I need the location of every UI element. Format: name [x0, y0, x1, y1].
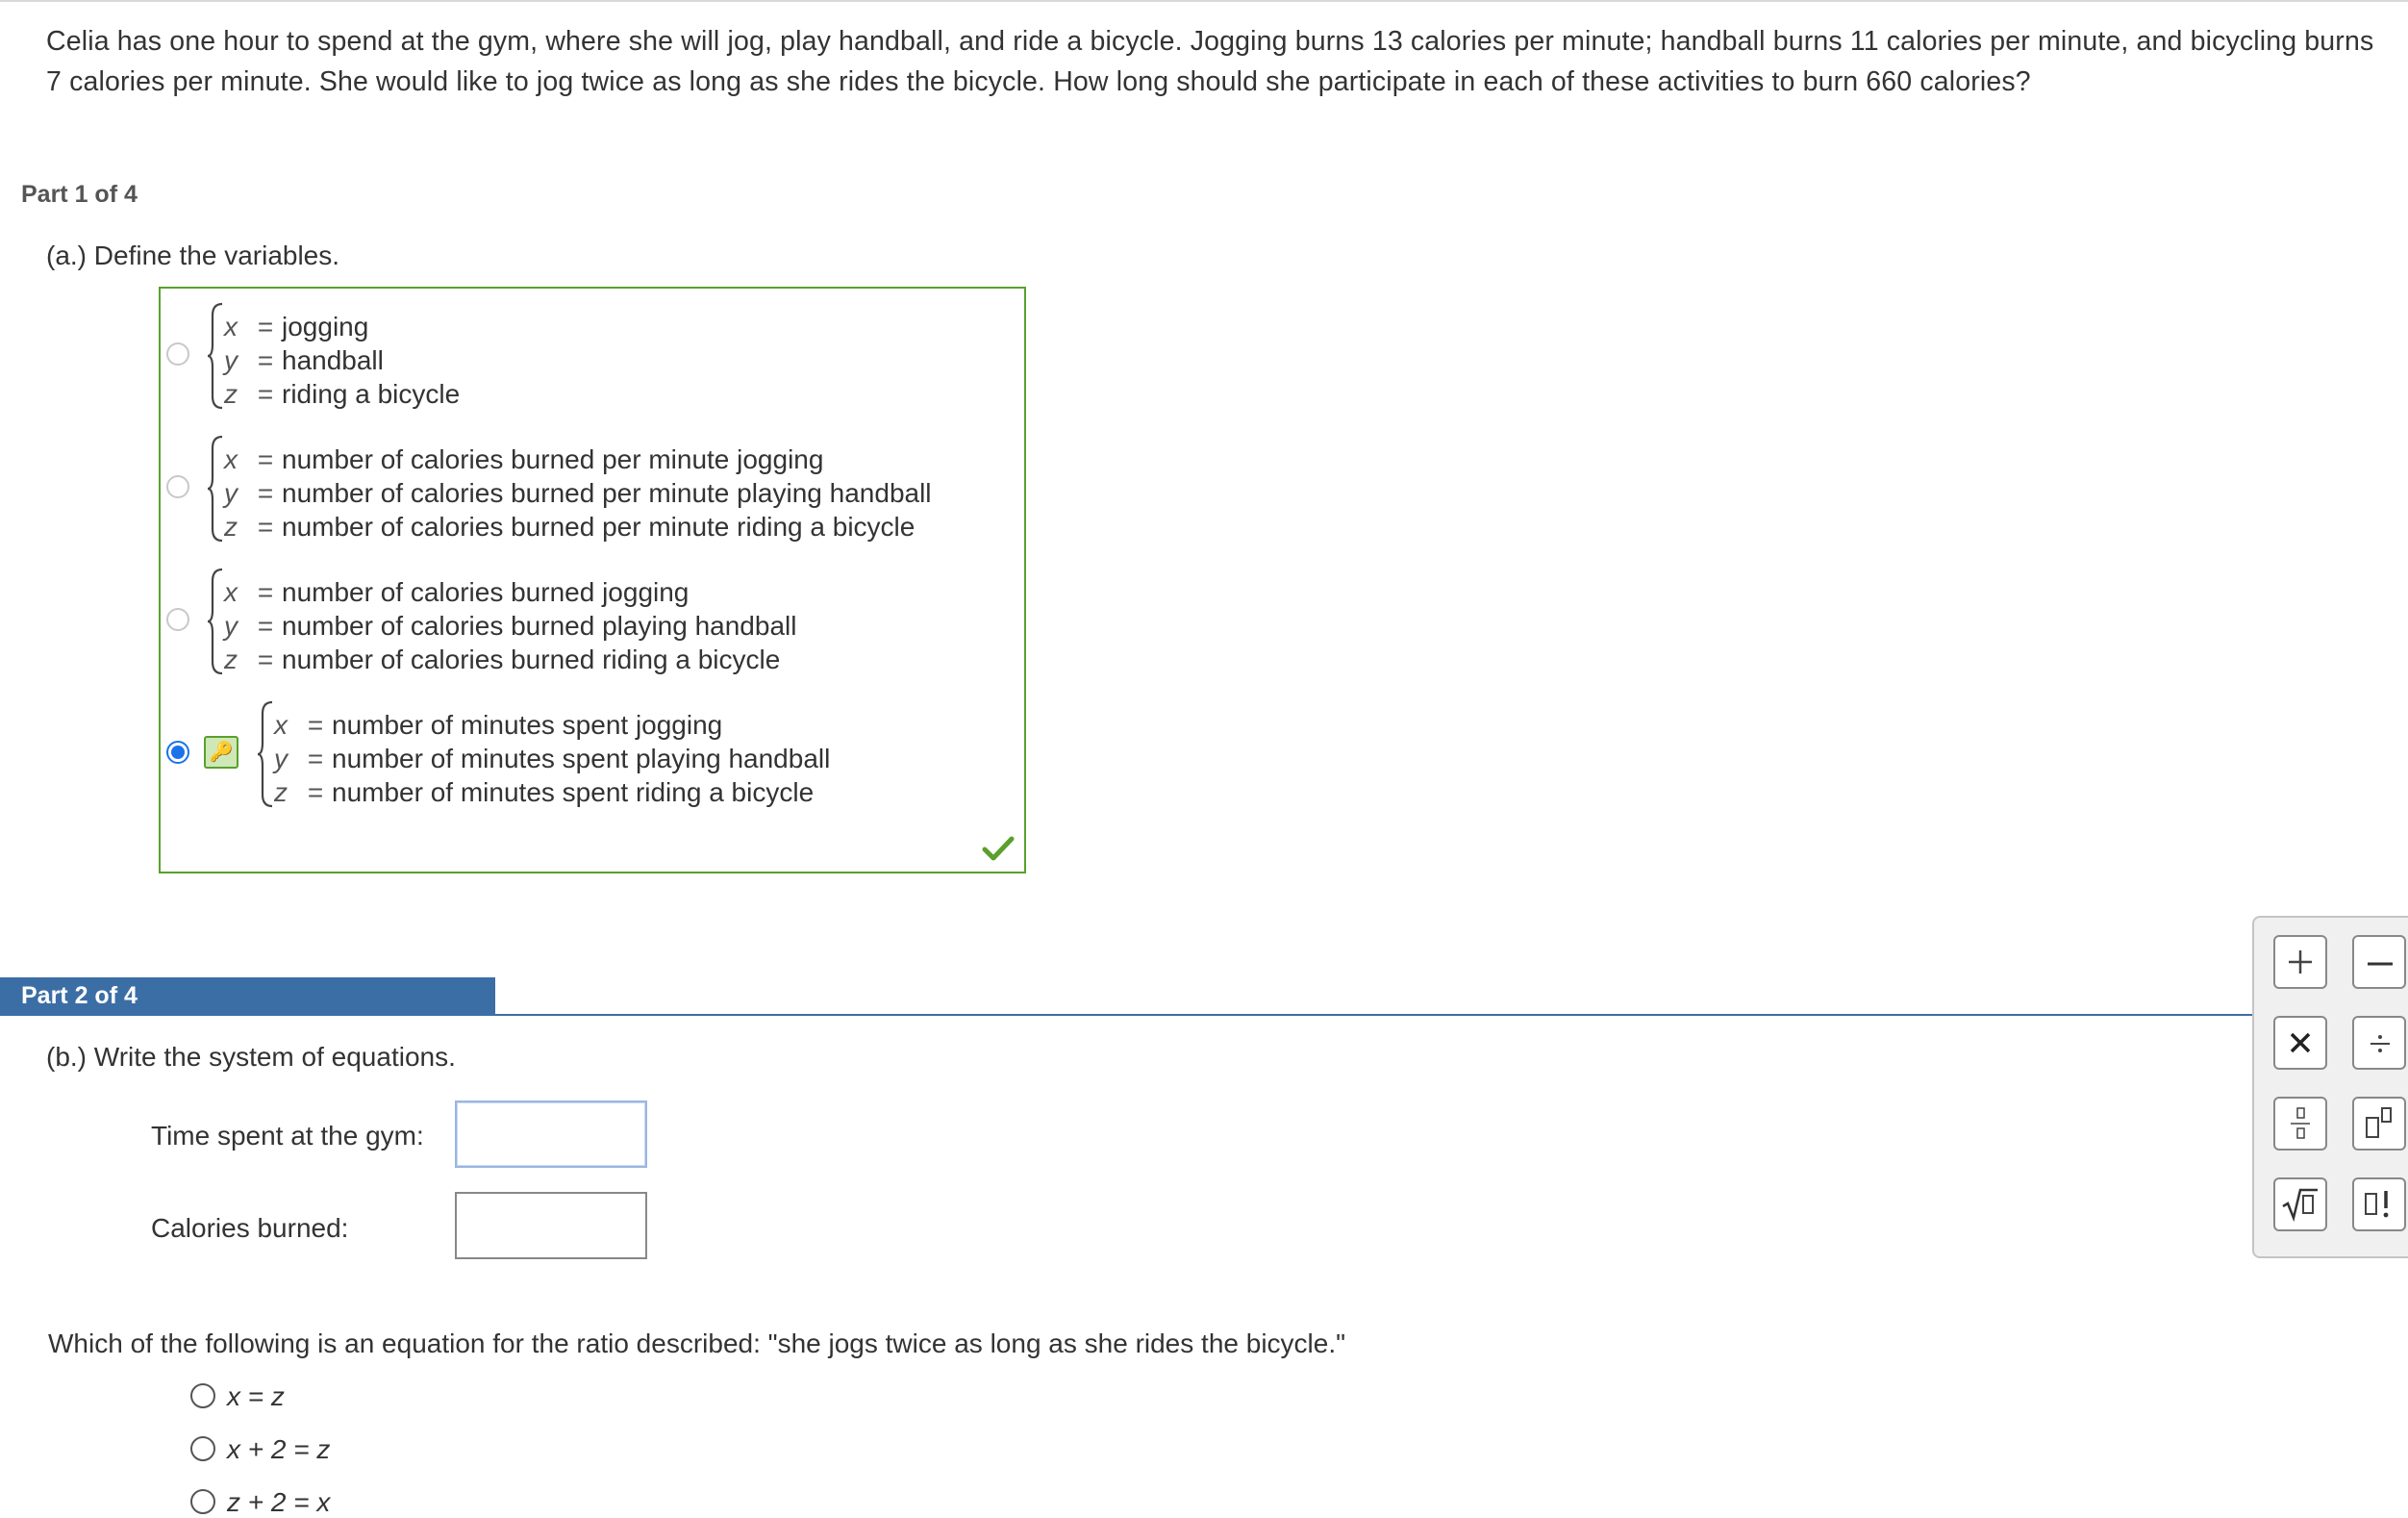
- equals: =: [257, 345, 274, 375]
- var-desc: riding a bicycle: [282, 379, 461, 409]
- var-desc: number of calories burned per minute jog…: [282, 444, 824, 474]
- part-2-header: Part 2 of 4: [0, 977, 495, 1016]
- var-desc: number of calories burned per minute rid…: [282, 512, 916, 542]
- ratio-choice-2[interactable]: x + 2 = z: [190, 1434, 330, 1465]
- var-z: z: [224, 512, 238, 542]
- radio-option-2[interactable]: [166, 475, 189, 498]
- var-desc: number of minutes spent riding a bicycle: [332, 777, 815, 807]
- equals: =: [257, 512, 274, 542]
- divide-icon: [2370, 1035, 2390, 1052]
- square-root-button[interactable]: [2273, 1177, 2327, 1231]
- exponent-button[interactable]: [2352, 1097, 2406, 1151]
- radio-choice-3[interactable]: [190, 1489, 215, 1514]
- choice-text: x + 2 = z: [227, 1434, 331, 1464]
- radio-choice-2[interactable]: [190, 1436, 215, 1461]
- var-desc: number of minutes spent jogging: [332, 710, 723, 740]
- choice-text: z + 2 = x: [227, 1487, 331, 1517]
- fraction-button[interactable]: [2273, 1097, 2327, 1151]
- part-1-label: Part 1 of 4: [21, 181, 138, 208]
- equals: =: [257, 478, 274, 508]
- radio-choice-1[interactable]: [190, 1383, 215, 1408]
- top-divider: [0, 0, 2408, 6]
- option-1-rows: x = jogging y = handball z = riding a bicycle: [224, 310, 460, 411]
- var-desc: handball: [282, 345, 384, 375]
- equals: =: [257, 577, 274, 607]
- factorial-button[interactable]: [2352, 1177, 2406, 1231]
- left-brace-icon: [257, 700, 274, 808]
- time-at-gym-label: Time spent at the gym:: [151, 1121, 424, 1151]
- minus-button[interactable]: [2352, 935, 2406, 989]
- var-desc: jogging: [282, 312, 369, 342]
- var-desc: number of calories burned riding a bicyc…: [282, 645, 781, 674]
- square-root-icon: [2282, 1188, 2318, 1223]
- radio-option-3[interactable]: [166, 608, 189, 631]
- key-icon[interactable]: 🔑: [204, 736, 238, 769]
- factorial-icon: [2365, 1191, 2389, 1218]
- left-brace-icon: [207, 435, 224, 543]
- var-y: y: [224, 345, 238, 375]
- problem-statement: Celia has one hour to spend at the gym, …: [46, 26, 2374, 97]
- times-icon: [2290, 1032, 2311, 1053]
- time-at-gym-input[interactable]: [455, 1101, 647, 1168]
- part-2-prompt: (b.) Write the system of equations.: [46, 1042, 456, 1072]
- minus-icon: [2368, 962, 2393, 966]
- left-brace-icon: [207, 302, 224, 410]
- var-x: x: [274, 710, 288, 740]
- plus-button[interactable]: [2273, 935, 2327, 989]
- math-palette: [2252, 916, 2408, 1258]
- ratio-choice-1[interactable]: x = z: [190, 1381, 285, 1412]
- plus-icon: [2289, 950, 2312, 974]
- part-1-prompt: (a.) Define the variables.: [46, 240, 340, 270]
- exponent-icon: [2366, 1107, 2392, 1138]
- variables-answer-box: x = jogging y = handball z = riding a bicycle …: [159, 287, 1026, 873]
- equals: =: [307, 777, 324, 807]
- var-desc: number of minutes spent playing handball: [332, 744, 831, 773]
- var-x: x: [224, 312, 238, 342]
- var-y: y: [274, 744, 288, 773]
- option-3-rows: x = number of calories burned jogging y = nu…: [224, 575, 796, 676]
- var-z: z: [224, 379, 238, 409]
- times-button[interactable]: [2273, 1016, 2327, 1070]
- part-2-divider: [0, 1014, 2254, 1016]
- var-z: z: [274, 777, 288, 807]
- calories-burned-label: Calories burned:: [151, 1213, 349, 1243]
- option-4-rows: x = number of minutes spent jogging y = numb…: [274, 708, 830, 809]
- equals: =: [257, 379, 274, 409]
- var-desc: number of calories burned per minute pla…: [282, 478, 932, 508]
- var-y: y: [224, 611, 238, 641]
- var-desc: number of calories burned playing handba…: [282, 611, 797, 641]
- equals: =: [257, 312, 274, 342]
- fraction-icon: [2291, 1107, 2310, 1139]
- var-y: y: [224, 478, 238, 508]
- ratio-question: Which of the following is an equation fo…: [48, 1328, 1346, 1358]
- var-z: z: [224, 645, 238, 674]
- var-desc: number of calories burned jogging: [282, 577, 690, 607]
- radio-option-1[interactable]: [166, 342, 189, 366]
- var-x: x: [224, 577, 238, 607]
- equals: =: [257, 444, 274, 474]
- checkmark-icon: [982, 835, 1015, 862]
- left-brace-icon: [207, 568, 224, 675]
- ratio-choice-3[interactable]: z + 2 = x: [190, 1487, 330, 1518]
- equals: =: [257, 611, 274, 641]
- radio-option-4-selected[interactable]: [166, 741, 189, 764]
- choice-text: x = z: [227, 1381, 285, 1411]
- calories-burned-input[interactable]: [455, 1192, 647, 1259]
- option-2-rows: x = number of calories burned per minute j…: [224, 443, 932, 544]
- divide-button[interactable]: [2352, 1016, 2406, 1070]
- equals: =: [307, 710, 324, 740]
- var-x: x: [224, 444, 238, 474]
- equals: =: [257, 645, 274, 674]
- equals: =: [307, 744, 324, 773]
